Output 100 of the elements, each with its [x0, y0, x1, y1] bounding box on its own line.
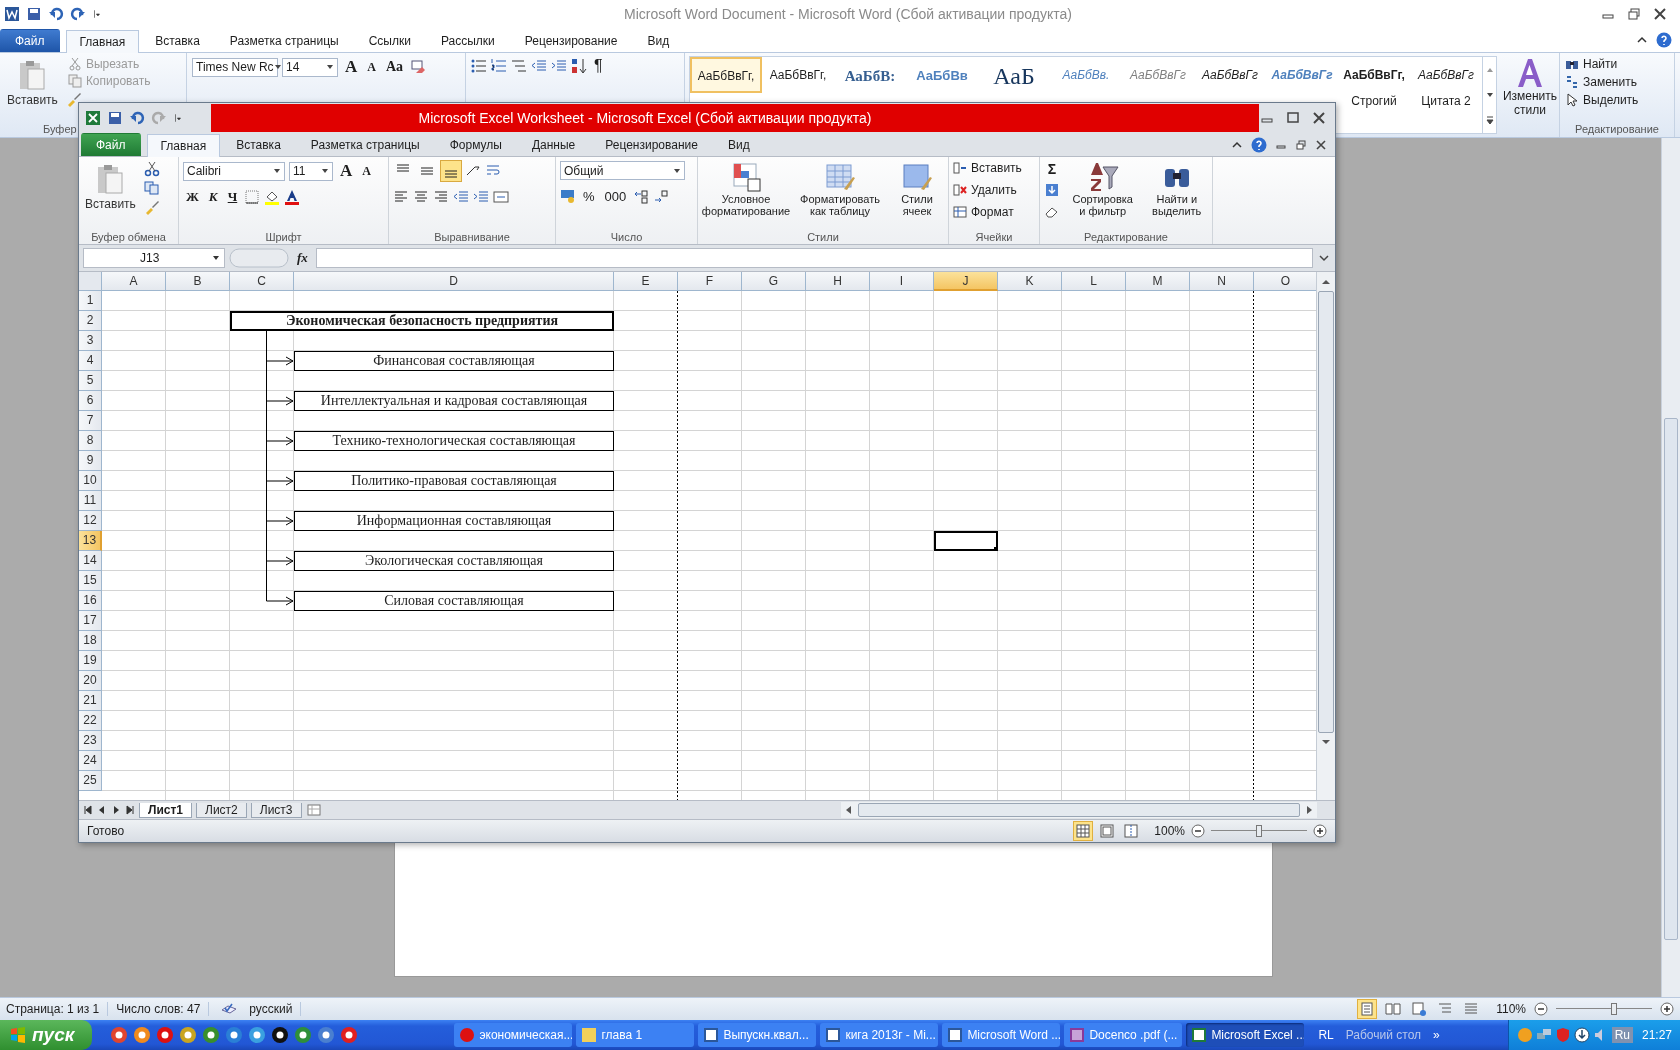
- row-header[interactable]: 1: [79, 291, 102, 311]
- row-header[interactable]: 3: [79, 331, 102, 351]
- launcher-icon[interactable]: [248, 1026, 267, 1044]
- launcher-icon[interactable]: [225, 1026, 244, 1044]
- sheet-tab[interactable]: Лист2: [196, 802, 247, 818]
- ribbon-tab[interactable]: Ссылки: [354, 29, 425, 52]
- ribbon-tab[interactable]: Главная: [65, 30, 140, 53]
- column-header[interactable]: M: [1126, 272, 1190, 291]
- restore-icon[interactable]: [1295, 138, 1307, 151]
- style-preset[interactable]: АаБбВвГг,: [762, 57, 834, 91]
- launcher-icon[interactable]: [156, 1026, 175, 1044]
- zoom-out-icon[interactable]: [1191, 824, 1205, 838]
- language-indicator[interactable]: RL: [1318, 1028, 1334, 1042]
- sort-filter-button[interactable]: Сортировка и фильтр: [1066, 161, 1140, 231]
- ribbon-tab[interactable]: Формулы: [435, 133, 516, 156]
- style-preset[interactable]: АаБбВ:: [834, 57, 906, 94]
- column-header[interactable]: A: [102, 272, 166, 291]
- language-indicator[interactable]: русский: [249, 1002, 302, 1016]
- last-sheet-icon[interactable]: [125, 805, 135, 815]
- fill-color-icon[interactable]: [264, 189, 281, 205]
- row-header[interactable]: 17: [79, 611, 102, 631]
- autosum-button[interactable]: Σ: [1044, 161, 1060, 177]
- column-header[interactable]: I: [870, 272, 934, 291]
- row-header[interactable]: 8: [79, 431, 102, 451]
- row-header[interactable]: 9: [79, 451, 102, 471]
- row-header[interactable]: 22: [79, 711, 102, 731]
- word-icon[interactable]: [4, 6, 20, 22]
- scissors-icon[interactable]: [143, 161, 160, 177]
- column-header[interactable]: L: [1062, 272, 1126, 291]
- undo-icon[interactable]: [48, 6, 64, 22]
- row-header[interactable]: 7: [79, 411, 102, 431]
- currency-icon[interactable]: [560, 188, 576, 204]
- align-center-icon[interactable]: [413, 189, 429, 205]
- bold-button[interactable]: Ж: [183, 189, 202, 205]
- fill-down-icon[interactable]: [1044, 182, 1060, 198]
- row-header[interactable]: 20: [79, 671, 102, 691]
- thousands-button[interactable]: 000: [601, 188, 630, 204]
- launcher-icon[interactable]: [179, 1026, 198, 1044]
- zoom-out-icon[interactable]: [1534, 1002, 1548, 1016]
- column-header[interactable]: O: [1254, 272, 1316, 291]
- horizontal-scrollbar[interactable]: [841, 802, 1317, 818]
- row-header[interactable]: 12: [79, 511, 102, 531]
- page-break-icon[interactable]: [1122, 822, 1141, 840]
- replace-button[interactable]: Заменить: [1565, 75, 1669, 89]
- scroll-left-icon[interactable]: [844, 805, 854, 815]
- row-header[interactable]: 15: [79, 571, 102, 591]
- copy-icon[interactable]: [143, 180, 160, 196]
- style-preset[interactable]: АаБбВвГг: [1122, 57, 1194, 91]
- column-header[interactable]: H: [806, 272, 870, 291]
- row-header[interactable]: 16: [79, 591, 102, 611]
- row-header[interactable]: 21: [79, 691, 102, 711]
- change-case-button[interactable]: Aa: [382, 59, 407, 75]
- normal-view-icon[interactable]: [1074, 822, 1093, 840]
- align-right-icon[interactable]: [433, 189, 449, 205]
- taskbar-button[interactable]: Выпускн.квал...: [698, 1023, 817, 1047]
- style-preset[interactable]: АаБбВвГг, Строгий: [1338, 57, 1410, 117]
- select-button[interactable]: Выделить: [1565, 93, 1669, 107]
- download-icon[interactable]: [1573, 1027, 1590, 1043]
- maximize-icon[interactable]: [1285, 110, 1301, 126]
- taskbar-button[interactable]: глава 1: [576, 1023, 695, 1047]
- reading-icon[interactable]: [1384, 1000, 1403, 1018]
- row-header[interactable]: 19: [79, 651, 102, 671]
- taskbar-button[interactable]: Microsoft Excel ...: [1186, 1023, 1305, 1047]
- more-icon[interactable]: [1484, 115, 1495, 126]
- row-header[interactable]: 4: [79, 351, 102, 371]
- style-preset[interactable]: АаБбВвГг: [1194, 57, 1266, 91]
- zoom-level[interactable]: 110%: [1496, 1002, 1526, 1016]
- sheet-tab[interactable]: Лист1: [139, 802, 193, 818]
- align-left-icon[interactable]: [393, 189, 409, 205]
- save-icon[interactable]: [107, 110, 123, 126]
- name-box[interactable]: J13: [83, 248, 225, 268]
- close-icon[interactable]: [1311, 110, 1327, 126]
- style-preset[interactable]: АаБбВвГг Цитата 2: [1410, 57, 1482, 117]
- first-sheet-icon[interactable]: [83, 805, 93, 815]
- undo-icon[interactable]: [129, 110, 145, 126]
- find-button[interactable]: Найти: [1565, 57, 1669, 71]
- number-format-field[interactable]: Общий: [560, 161, 685, 180]
- scroll-right-icon[interactable]: [1304, 805, 1314, 815]
- save-icon[interactable]: [26, 6, 42, 22]
- row-header[interactable]: 23: [79, 731, 102, 751]
- ribbon-tab[interactable]: Вид: [713, 133, 764, 156]
- close-icon[interactable]: [1315, 138, 1327, 151]
- font-name-field[interactable]: Calibri: [183, 161, 285, 181]
- redo-icon[interactable]: [70, 6, 86, 22]
- close-icon[interactable]: [1652, 6, 1668, 22]
- formula-handle-icon[interactable]: [229, 248, 289, 268]
- ribbon-tab[interactable]: Рассылки: [426, 29, 509, 52]
- column-header[interactable]: B: [166, 272, 230, 291]
- show-marks-button[interactable]: ¶: [591, 57, 606, 75]
- ribbon-tab[interactable]: Рецензирование: [591, 133, 712, 156]
- ribbon-tab[interactable]: Вставка: [222, 133, 295, 156]
- print-layout-icon[interactable]: [1358, 1000, 1377, 1018]
- row-header[interactable]: 14: [79, 551, 102, 571]
- column-header[interactable]: E: [614, 272, 678, 291]
- font-size-field[interactable]: 11: [289, 161, 333, 181]
- vertical-scrollbar[interactable]: [1316, 272, 1335, 800]
- excel-icon[interactable]: [85, 110, 101, 126]
- customize-icon[interactable]: [173, 113, 183, 123]
- eraser-icon[interactable]: [410, 59, 427, 75]
- launcher-icon[interactable]: [294, 1026, 313, 1044]
